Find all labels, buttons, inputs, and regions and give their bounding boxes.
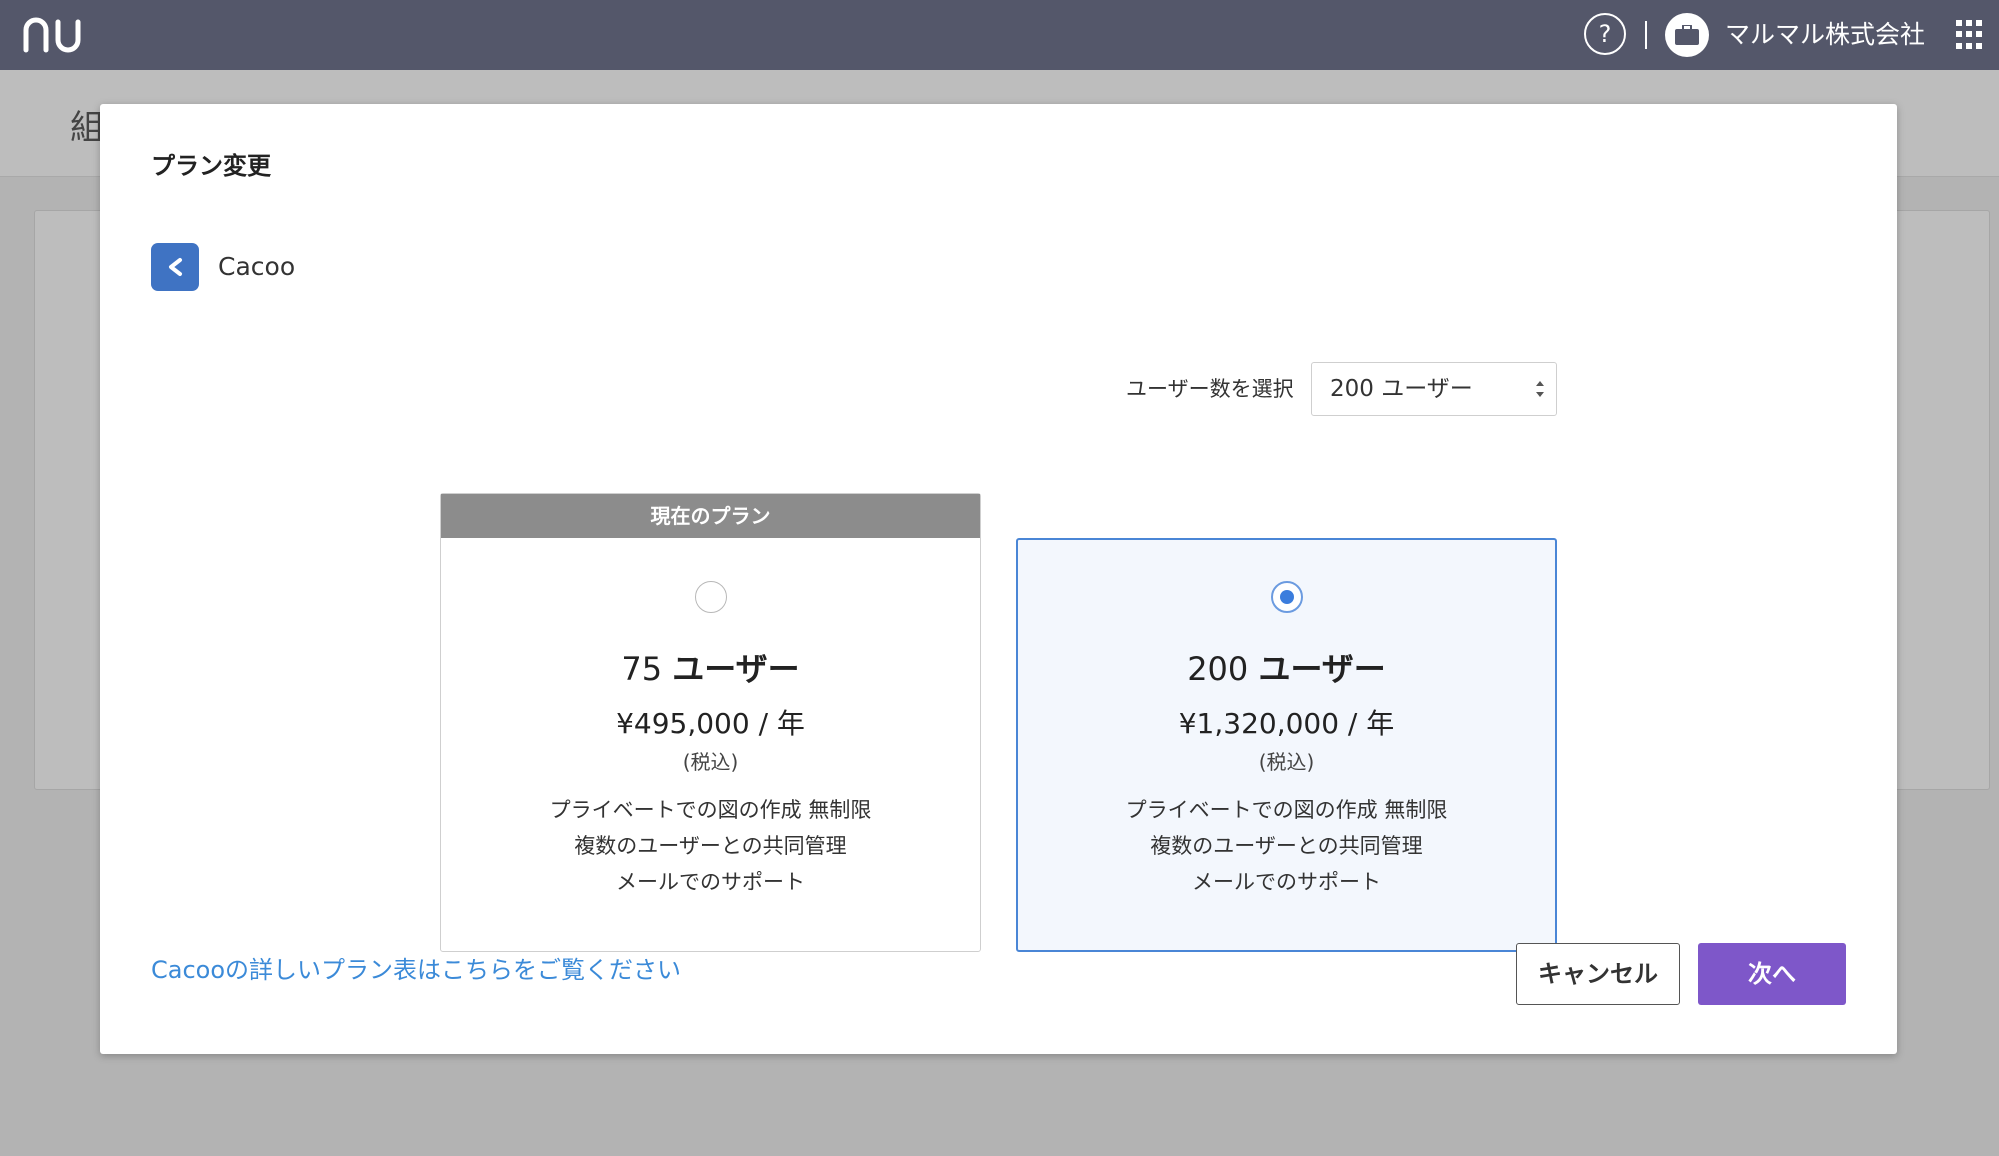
modal-title: プラン変更 <box>151 152 271 180</box>
cancel-button[interactable]: キャンセル <box>1516 943 1680 1005</box>
app-name: Cacoo <box>218 252 296 281</box>
plan-feature: メールでのサポート <box>616 870 805 894</box>
plan-feature: 複数のユーザーとの共同管理 <box>1150 834 1423 858</box>
org-name[interactable]: マルマル株式会社 <box>1725 18 1925 52</box>
divider <box>1645 21 1647 49</box>
plan-card-current[interactable]: 現在のプラン 75 ユーザー ¥495,000 / 年 (税込) プライベートで… <box>440 493 981 952</box>
current-plan-header: 現在のプラン <box>441 494 980 538</box>
cacoo-app-icon <box>151 243 199 291</box>
plan-users: 75 ユーザー <box>441 644 980 690</box>
plan-feature: メールでのサポート <box>1192 870 1381 894</box>
plan-users: 200 ユーザー <box>1018 644 1555 690</box>
plan-radio-200[interactable] <box>1270 581 1303 613</box>
plan-radio-75[interactable] <box>694 581 727 613</box>
plan-feature: プライベートでの図の作成 無制限 <box>1125 798 1448 822</box>
user-count-value: 200 ユーザー <box>1330 376 1473 402</box>
plan-price: ¥1,320,000 / 年 <box>1178 707 1395 740</box>
plan-feature: プライベートでの図の作成 無制限 <box>549 798 872 822</box>
briefcase-icon[interactable] <box>1665 13 1709 57</box>
nulab-logo[interactable] <box>22 16 86 54</box>
select-arrows-icon <box>1536 381 1544 397</box>
plan-feature: 複数のユーザーとの共同管理 <box>574 834 847 858</box>
plan-details-link[interactable]: Cacooの詳しいプラン表はこちらをご覧ください <box>151 952 681 988</box>
plan-users-number: 200 <box>1187 650 1249 688</box>
plan-price: ¥495,000 / 年 <box>616 707 805 740</box>
plan-users-number: 75 <box>621 650 663 688</box>
plan-tax-note: (税込) <box>1258 750 1315 774</box>
plan-features: プライベートでの図の作成 無制限 複数のユーザーとの共同管理 メールでのサポート <box>441 792 980 900</box>
plan-change-modal: プラン変更 Cacoo ユーザー数を選択 200 ユーザー 現在のプラン 75 … <box>100 104 1897 1054</box>
user-count-select[interactable]: 200 ユーザー <box>1311 362 1557 416</box>
help-icon[interactable]: ? <box>1584 13 1626 55</box>
background-heading: 組 <box>70 108 104 148</box>
plan-users-unit: ユーザー <box>672 650 800 688</box>
top-bar: ? マルマル株式会社 <box>0 0 1999 70</box>
plan-tax-note: (税込) <box>682 750 739 774</box>
apps-grid-icon[interactable] <box>1956 20 1986 50</box>
next-button[interactable]: 次へ <box>1698 943 1846 1005</box>
plan-users-unit: ユーザー <box>1258 650 1386 688</box>
plan-card-selected[interactable]: 200 ユーザー ¥1,320,000 / 年 (税込) プライベートでの図の作… <box>1016 538 1557 952</box>
user-count-label: ユーザー数を選択 <box>1126 377 1294 401</box>
plan-features: プライベートでの図の作成 無制限 複数のユーザーとの共同管理 メールでのサポート <box>1018 792 1555 900</box>
